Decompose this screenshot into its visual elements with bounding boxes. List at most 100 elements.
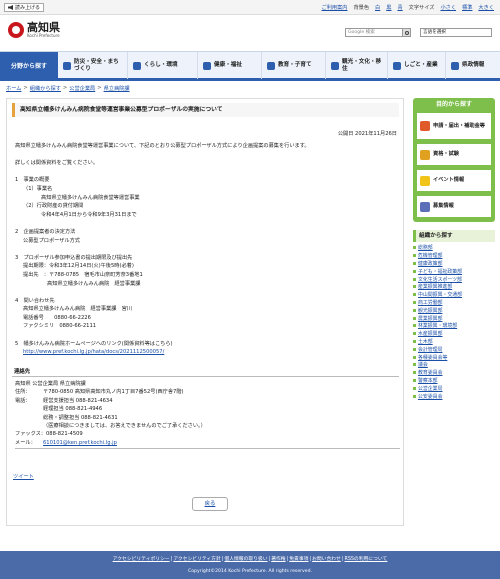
org-item[interactable]: 文化生活スポーツ部 (413, 275, 495, 283)
org-item[interactable]: 公安委員会 (413, 392, 495, 400)
bgcolor-blue-link[interactable]: 青 (397, 4, 402, 11)
org-item-link[interactable]: 土木部 (418, 338, 433, 345)
purpose-event[interactable]: イベント情報 (416, 169, 492, 192)
org-item[interactable]: 各種委員会等 (413, 353, 495, 361)
section-4-heading: 4 問い合わせ先 (15, 297, 55, 304)
org-item[interactable]: 林業振興・環境部 (413, 322, 495, 330)
fontsize-normal-link[interactable]: 標準 (462, 4, 472, 11)
org-item-link[interactable]: 産業振興推進部 (418, 283, 452, 290)
contact-block: 高知県 公営企業局 県立病院課 住所： 〒780-0850 高知県高知市丸ノ内1丁… (15, 380, 400, 450)
nav-item-health[interactable]: 健康・福祉 (198, 52, 262, 79)
org-item[interactable]: 農業振興部 (413, 314, 495, 322)
org-item-link[interactable]: 健康政策部 (418, 260, 442, 267)
org-item[interactable]: 中山間振興・交通部 (413, 291, 495, 299)
footer-link-separator: | (286, 557, 289, 562)
breadcrumb-division[interactable]: 県立病院課 (104, 85, 130, 92)
org-item[interactable]: 議会 (413, 361, 495, 369)
site-footer: アクセシビリティポリシー|アクセシビリティ方針|個人情報の取り扱い|著作権|免責… (0, 551, 500, 579)
section-2-heading: 2 企画提案者の決定方法 (15, 228, 76, 235)
org-item-link[interactable]: 教育委員会 (418, 369, 442, 376)
org-item[interactable]: 警察本部 (413, 377, 495, 385)
tweet-link[interactable]: ツイート (13, 473, 34, 480)
nav-item-safety[interactable]: 防災・安全・まちづくり (58, 52, 128, 79)
org-item-link[interactable]: 文化生活スポーツ部 (418, 276, 462, 283)
people-icon (420, 201, 430, 212)
language-select[interactable]: 言語を選択 (420, 28, 492, 37)
purpose-item-label: 資格・試験 (433, 151, 459, 157)
purpose-panel: 目的から探す 申請・届出・補助金等 資格・試験 イベント情報 募集情報 (413, 98, 495, 222)
purpose-qualification[interactable]: 資格・試験 (416, 143, 492, 166)
org-item[interactable]: 健康政策部 (413, 260, 495, 268)
search-input[interactable]: Google 検索 (345, 28, 403, 37)
fontsize-small-link[interactable]: 小さく (440, 4, 456, 11)
back-button[interactable]: 戻る (192, 497, 228, 511)
footer-link[interactable]: アクセシビリティ方針 (173, 557, 220, 562)
bgcolor-white-link[interactable]: 白 (375, 4, 380, 11)
org-item-link[interactable]: 公営企業局 (418, 385, 442, 392)
org-item[interactable]: 子ども・福祉政策部 (413, 267, 495, 275)
purpose-recruitment[interactable]: 募集情報 (416, 195, 492, 218)
bullet-icon (413, 363, 416, 367)
org-item[interactable]: 教育委員会 (413, 369, 495, 377)
bullet-icon (413, 355, 416, 359)
breadcrumb-home[interactable]: ホーム (6, 85, 21, 92)
org-item-link[interactable]: 危機管理部 (418, 252, 442, 259)
nav-item-tourism[interactable]: 観光・文化・移住 (326, 52, 388, 79)
breadcrumb-bureau[interactable]: 公営企業局 (69, 85, 95, 92)
org-item-link[interactable]: 商工労働部 (418, 299, 442, 306)
org-item[interactable]: 水産振興部 (413, 330, 495, 338)
contact-tel-3: 総務・調整担当 088-821-4631 (43, 414, 118, 421)
org-item-link[interactable]: 公安委員会 (418, 393, 442, 400)
org-item-link[interactable]: 議会 (418, 361, 428, 368)
org-item[interactable]: 公営企業局 (413, 384, 495, 392)
nav-item-government[interactable]: 県政情報 (446, 52, 500, 79)
search-button[interactable] (403, 28, 411, 37)
nav-item-education[interactable]: 教育・子育て (262, 52, 326, 79)
purpose-application[interactable]: 申請・届出・補助金等 (416, 112, 492, 140)
org-item-link[interactable]: 総務部 (418, 244, 433, 251)
org-item-link[interactable]: 観光振興部 (418, 307, 442, 314)
building-icon (451, 61, 459, 70)
bullet-icon (413, 300, 416, 304)
fontsize-large-link[interactable]: 大きく (478, 4, 494, 11)
org-item-link[interactable]: 水産振興部 (418, 330, 442, 337)
org-item[interactable]: 商工労働部 (413, 299, 495, 307)
org-item-link[interactable]: 中山間振興・交通部 (418, 291, 462, 298)
footer-link[interactable]: RSSの利用について (344, 557, 387, 562)
site-logo[interactable]: 高知県 Kochi Prefecture (8, 22, 60, 38)
contact-mail-link[interactable]: 610101@ken.pref.kochi.lg.jp (43, 439, 117, 447)
org-item-link[interactable]: 子ども・福祉政策部 (418, 268, 462, 275)
org-item[interactable]: 総務部 (413, 244, 495, 252)
hospital-link[interactable]: http://www.pref.kochi.lg.jp/hata/docs/20… (23, 349, 164, 355)
bullet-icon (413, 293, 416, 297)
org-item-link[interactable]: 会計管理局 (418, 346, 442, 353)
org-item-link[interactable]: 農業振興部 (418, 315, 442, 322)
footer-link[interactable]: お問い合わせ (312, 557, 341, 562)
org-item[interactable]: 観光振興部 (413, 306, 495, 314)
footer-link[interactable]: 免責事項 (289, 557, 308, 562)
org-item[interactable]: 土木部 (413, 338, 495, 346)
nav-item-label: 観光・文化・移住 (342, 58, 382, 72)
org-item-link[interactable]: 警察本部 (418, 377, 438, 384)
usage-guide-link[interactable]: ご利用案内 (322, 4, 348, 11)
nav-item-industry[interactable]: しごと・産業 (388, 52, 446, 79)
org-item-link[interactable]: 林業振興・環境部 (418, 322, 457, 329)
org-item[interactable]: 危機管理部 (413, 252, 495, 260)
footer-link[interactable]: アクセシビリティポリシー (113, 557, 170, 562)
breadcrumb-org[interactable]: 組織から探す (30, 85, 61, 92)
read-aloud-button[interactable]: 読み上げる (4, 3, 45, 12)
org-item[interactable]: 産業振興推進部 (413, 283, 495, 291)
nav-category-head[interactable]: 分野から探す (0, 52, 58, 79)
bullet-icon (413, 277, 416, 281)
footer-link[interactable]: 個人情報の取り扱い (224, 557, 267, 562)
bgcolor-black-link[interactable]: 黒 (386, 4, 391, 11)
org-item-link[interactable]: 各種委員会等 (418, 354, 447, 361)
main-content: 高知県立幡多けんみん病院食堂等運営事業公募型プロポーザルの実施について 公開日 … (6, 98, 404, 526)
footer-link[interactable]: 著作権 (271, 557, 285, 562)
contact-address-label: 住所： (15, 389, 31, 396)
read-aloud-label: 読み上げる (15, 4, 41, 11)
org-item[interactable]: 会計管理局 (413, 345, 495, 353)
nav-item-life[interactable]: くらし・環境 (128, 52, 198, 79)
global-nav: 分野から探す 防災・安全・まちづくり くらし・環境 健康・福祉 教育・子育て 観… (0, 51, 500, 81)
section-4-fax: ファクシミリ 0880-66-2111 (23, 323, 97, 330)
